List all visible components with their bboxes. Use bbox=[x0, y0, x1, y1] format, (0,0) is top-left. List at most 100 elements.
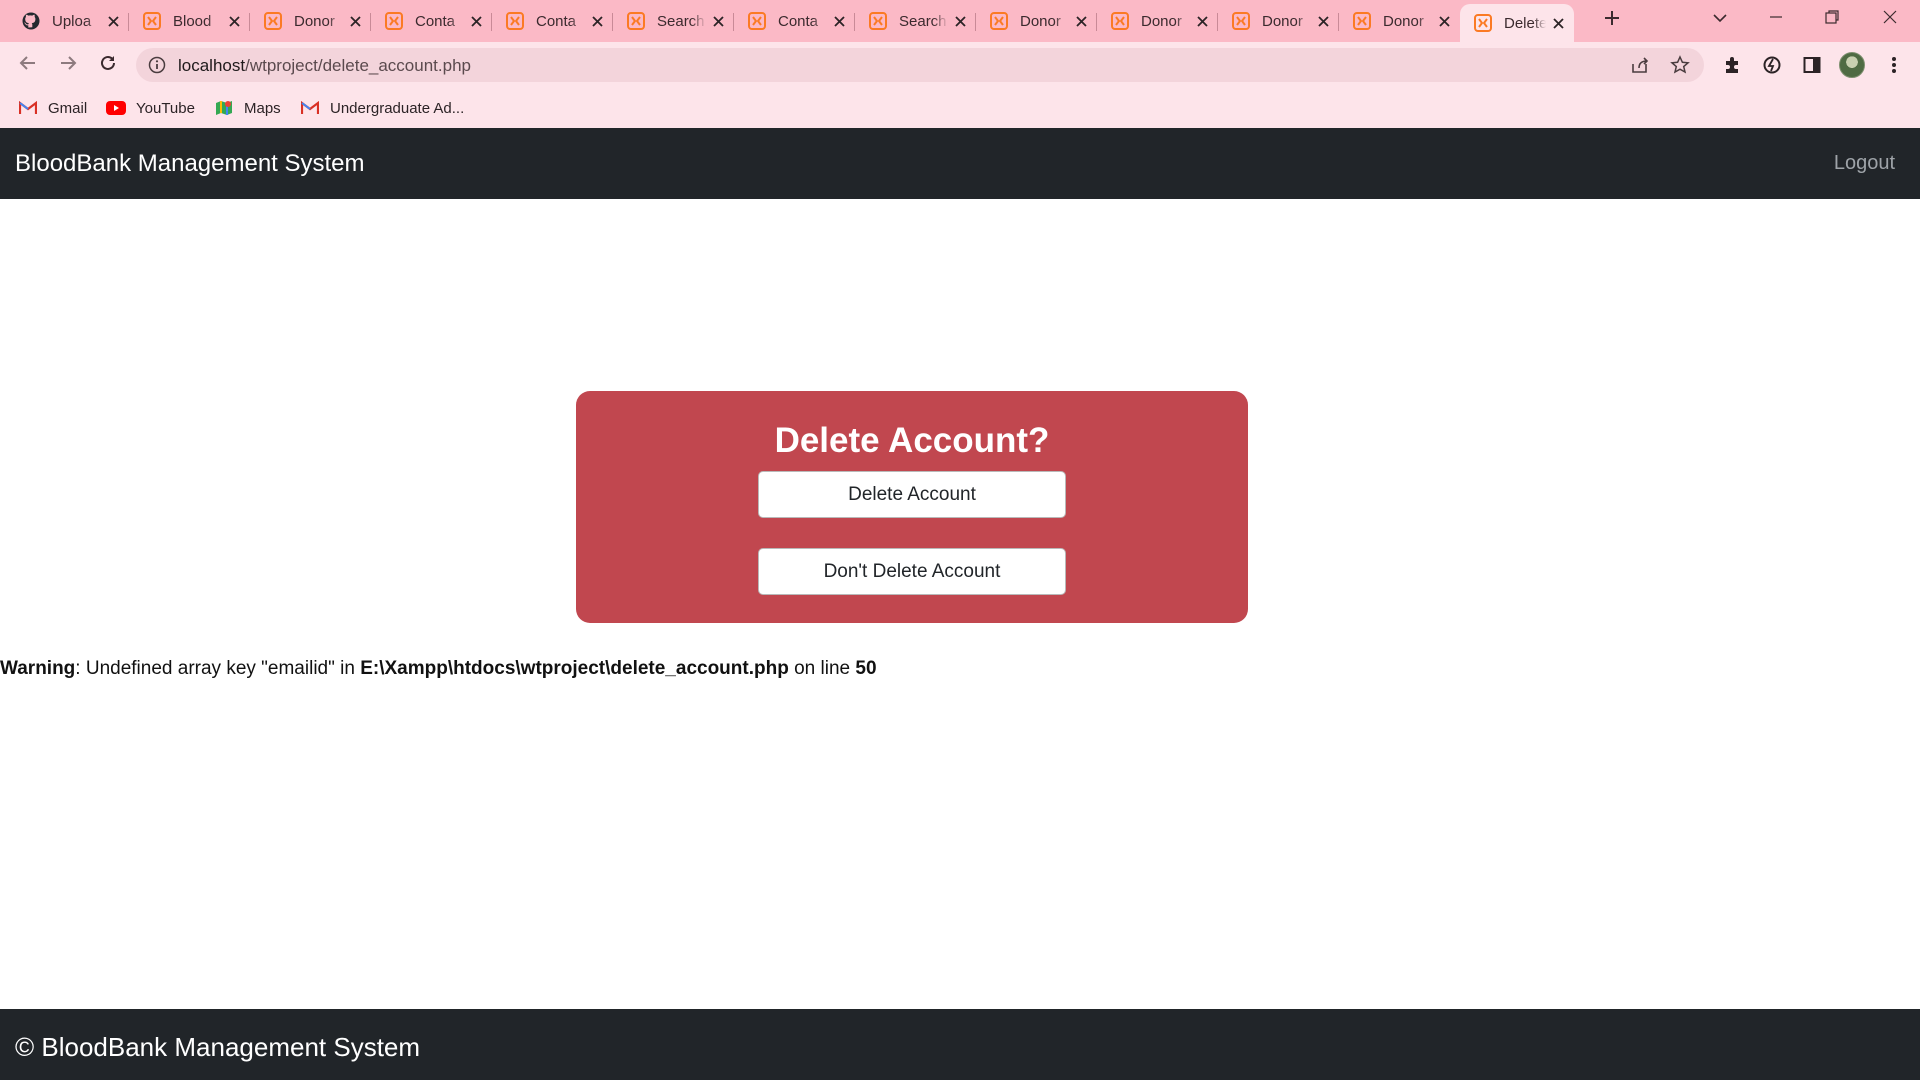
xampp-icon bbox=[748, 12, 766, 30]
warning-line: 50 bbox=[855, 658, 877, 679]
sync-icon[interactable] bbox=[1761, 54, 1783, 76]
tab-title: Blood bbox=[173, 12, 212, 30]
close-icon[interactable] bbox=[1194, 13, 1210, 29]
close-icon[interactable] bbox=[589, 13, 605, 29]
reload-icon bbox=[99, 54, 117, 77]
close-icon[interactable] bbox=[831, 13, 847, 29]
xampp-icon bbox=[627, 12, 645, 30]
close-icon[interactable] bbox=[710, 13, 726, 29]
warning-message-mid: on line bbox=[788, 658, 856, 679]
bookmark-maps[interactable]: Maps bbox=[214, 96, 281, 120]
star-icon[interactable] bbox=[1670, 55, 1690, 75]
tab-title: Donor bbox=[294, 12, 335, 30]
php-warning: Warning: Undefined array key "emailid" i… bbox=[0, 658, 877, 680]
reload-button[interactable] bbox=[92, 49, 124, 81]
xampp-icon bbox=[506, 12, 524, 30]
xampp-icon bbox=[264, 12, 282, 30]
address-bar[interactable]: localhost/wtproject/delete_account.php bbox=[136, 48, 1704, 82]
url-host: localhost bbox=[178, 56, 246, 75]
tab-4[interactable]: Conta bbox=[492, 4, 613, 38]
site-brand[interactable]: BloodBank Management System bbox=[15, 150, 365, 178]
close-icon[interactable] bbox=[105, 13, 121, 29]
bookmark-label: Gmail bbox=[48, 99, 88, 117]
xampp-icon bbox=[143, 12, 161, 30]
xampp-icon bbox=[869, 12, 887, 30]
close-icon[interactable] bbox=[347, 13, 363, 29]
delete-account-button[interactable]: Delete Account bbox=[758, 471, 1066, 518]
tab-6[interactable]: Conta bbox=[734, 4, 855, 38]
bookmark-youtube[interactable]: YouTube bbox=[106, 96, 195, 120]
delete-account-card: Delete Account? Delete Account Don't Del… bbox=[576, 391, 1248, 623]
tab-search-button[interactable] bbox=[1692, 0, 1748, 38]
youtube-icon bbox=[106, 100, 126, 116]
restore-button[interactable] bbox=[1804, 0, 1860, 38]
tab-title: Donor bbox=[1020, 12, 1061, 30]
plus-icon bbox=[1603, 9, 1621, 32]
tab-title: Search bbox=[899, 12, 947, 30]
site-navbar: BloodBank Management System Logout bbox=[0, 128, 1920, 199]
tab-strip: Uploa Blood Donor Conta Conta Search Conta Sear… bbox=[0, 0, 1920, 42]
tab-title: Conta bbox=[536, 12, 577, 30]
bookmark-undergraduate[interactable]: Undergraduate Ad... bbox=[300, 96, 464, 120]
close-icon[interactable] bbox=[1436, 13, 1452, 29]
tab-8[interactable]: Donor bbox=[976, 4, 1097, 38]
close-icon[interactable] bbox=[468, 13, 484, 29]
gmail-icon bbox=[300, 100, 320, 116]
tab-title: Donor bbox=[1141, 12, 1182, 30]
bookmark-label: YouTube bbox=[136, 99, 195, 117]
arrow-right-icon bbox=[59, 54, 77, 77]
close-icon[interactable] bbox=[226, 13, 242, 29]
close-icon[interactable] bbox=[1315, 13, 1331, 29]
warning-message: : Undefined array key "emailid" in bbox=[75, 658, 361, 679]
bookmark-label: Undergraduate Ad... bbox=[330, 99, 465, 117]
keep-account-button[interactable]: Don't Delete Account bbox=[758, 548, 1066, 595]
tab-2[interactable]: Donor bbox=[250, 4, 371, 38]
minimize-icon bbox=[1769, 10, 1783, 29]
back-button[interactable] bbox=[12, 49, 44, 81]
tab-title: Donor bbox=[1383, 12, 1424, 30]
tab-5[interactable]: Search bbox=[613, 4, 734, 38]
github-icon bbox=[22, 12, 40, 30]
xampp-icon bbox=[385, 12, 403, 30]
tab-3[interactable]: Conta bbox=[371, 4, 492, 38]
chevron-down-icon bbox=[1713, 10, 1727, 28]
tab-10[interactable]: Donor bbox=[1218, 4, 1339, 38]
side-panel-icon[interactable] bbox=[1801, 54, 1823, 76]
close-icon[interactable] bbox=[952, 13, 968, 29]
tab-0[interactable]: Uploa bbox=[8, 4, 129, 38]
url-text[interactable]: localhost/wtproject/delete_account.php bbox=[178, 56, 471, 76]
minimize-button[interactable] bbox=[1748, 0, 1804, 38]
new-tab-button[interactable] bbox=[1598, 6, 1626, 34]
gmail-icon bbox=[18, 100, 38, 116]
tab-11[interactable]: Donor bbox=[1339, 4, 1460, 38]
xampp-icon bbox=[1353, 12, 1371, 30]
profile-avatar[interactable] bbox=[1839, 52, 1865, 78]
forward-button[interactable] bbox=[52, 49, 84, 81]
xampp-icon bbox=[1232, 12, 1250, 30]
close-icon[interactable] bbox=[1073, 13, 1089, 29]
tab-12[interactable]: Delete bbox=[1460, 4, 1574, 42]
tab-title: Delete bbox=[1504, 14, 1546, 32]
arrow-left-icon bbox=[19, 54, 37, 77]
xampp-icon bbox=[1111, 12, 1129, 30]
menu-kebab-icon[interactable] bbox=[1883, 54, 1905, 76]
close-icon[interactable] bbox=[1550, 15, 1566, 31]
logout-link[interactable]: Logout bbox=[1834, 152, 1895, 175]
share-icon[interactable] bbox=[1630, 55, 1650, 75]
close-window-button[interactable] bbox=[1862, 0, 1918, 38]
restore-icon bbox=[1825, 9, 1839, 29]
delete-account-heading: Delete Account? bbox=[774, 421, 1050, 460]
tab-title: Conta bbox=[415, 12, 456, 30]
info-icon[interactable] bbox=[148, 56, 166, 74]
tab-7[interactable]: Search bbox=[855, 4, 976, 38]
tab-1[interactable]: Blood bbox=[129, 4, 250, 38]
close-icon bbox=[1883, 10, 1897, 29]
url-path: /wtproject/delete_account.php bbox=[245, 56, 471, 75]
extensions-icon[interactable] bbox=[1721, 54, 1743, 76]
site-footer: © BloodBank Management System bbox=[0, 1009, 1920, 1080]
tab-title: Uploa bbox=[52, 12, 92, 30]
footer-copyright: © BloodBank Management System bbox=[15, 1032, 421, 1062]
xampp-icon bbox=[1474, 14, 1492, 32]
bookmark-gmail[interactable]: Gmail bbox=[18, 96, 87, 120]
tab-9[interactable]: Donor bbox=[1097, 4, 1218, 38]
